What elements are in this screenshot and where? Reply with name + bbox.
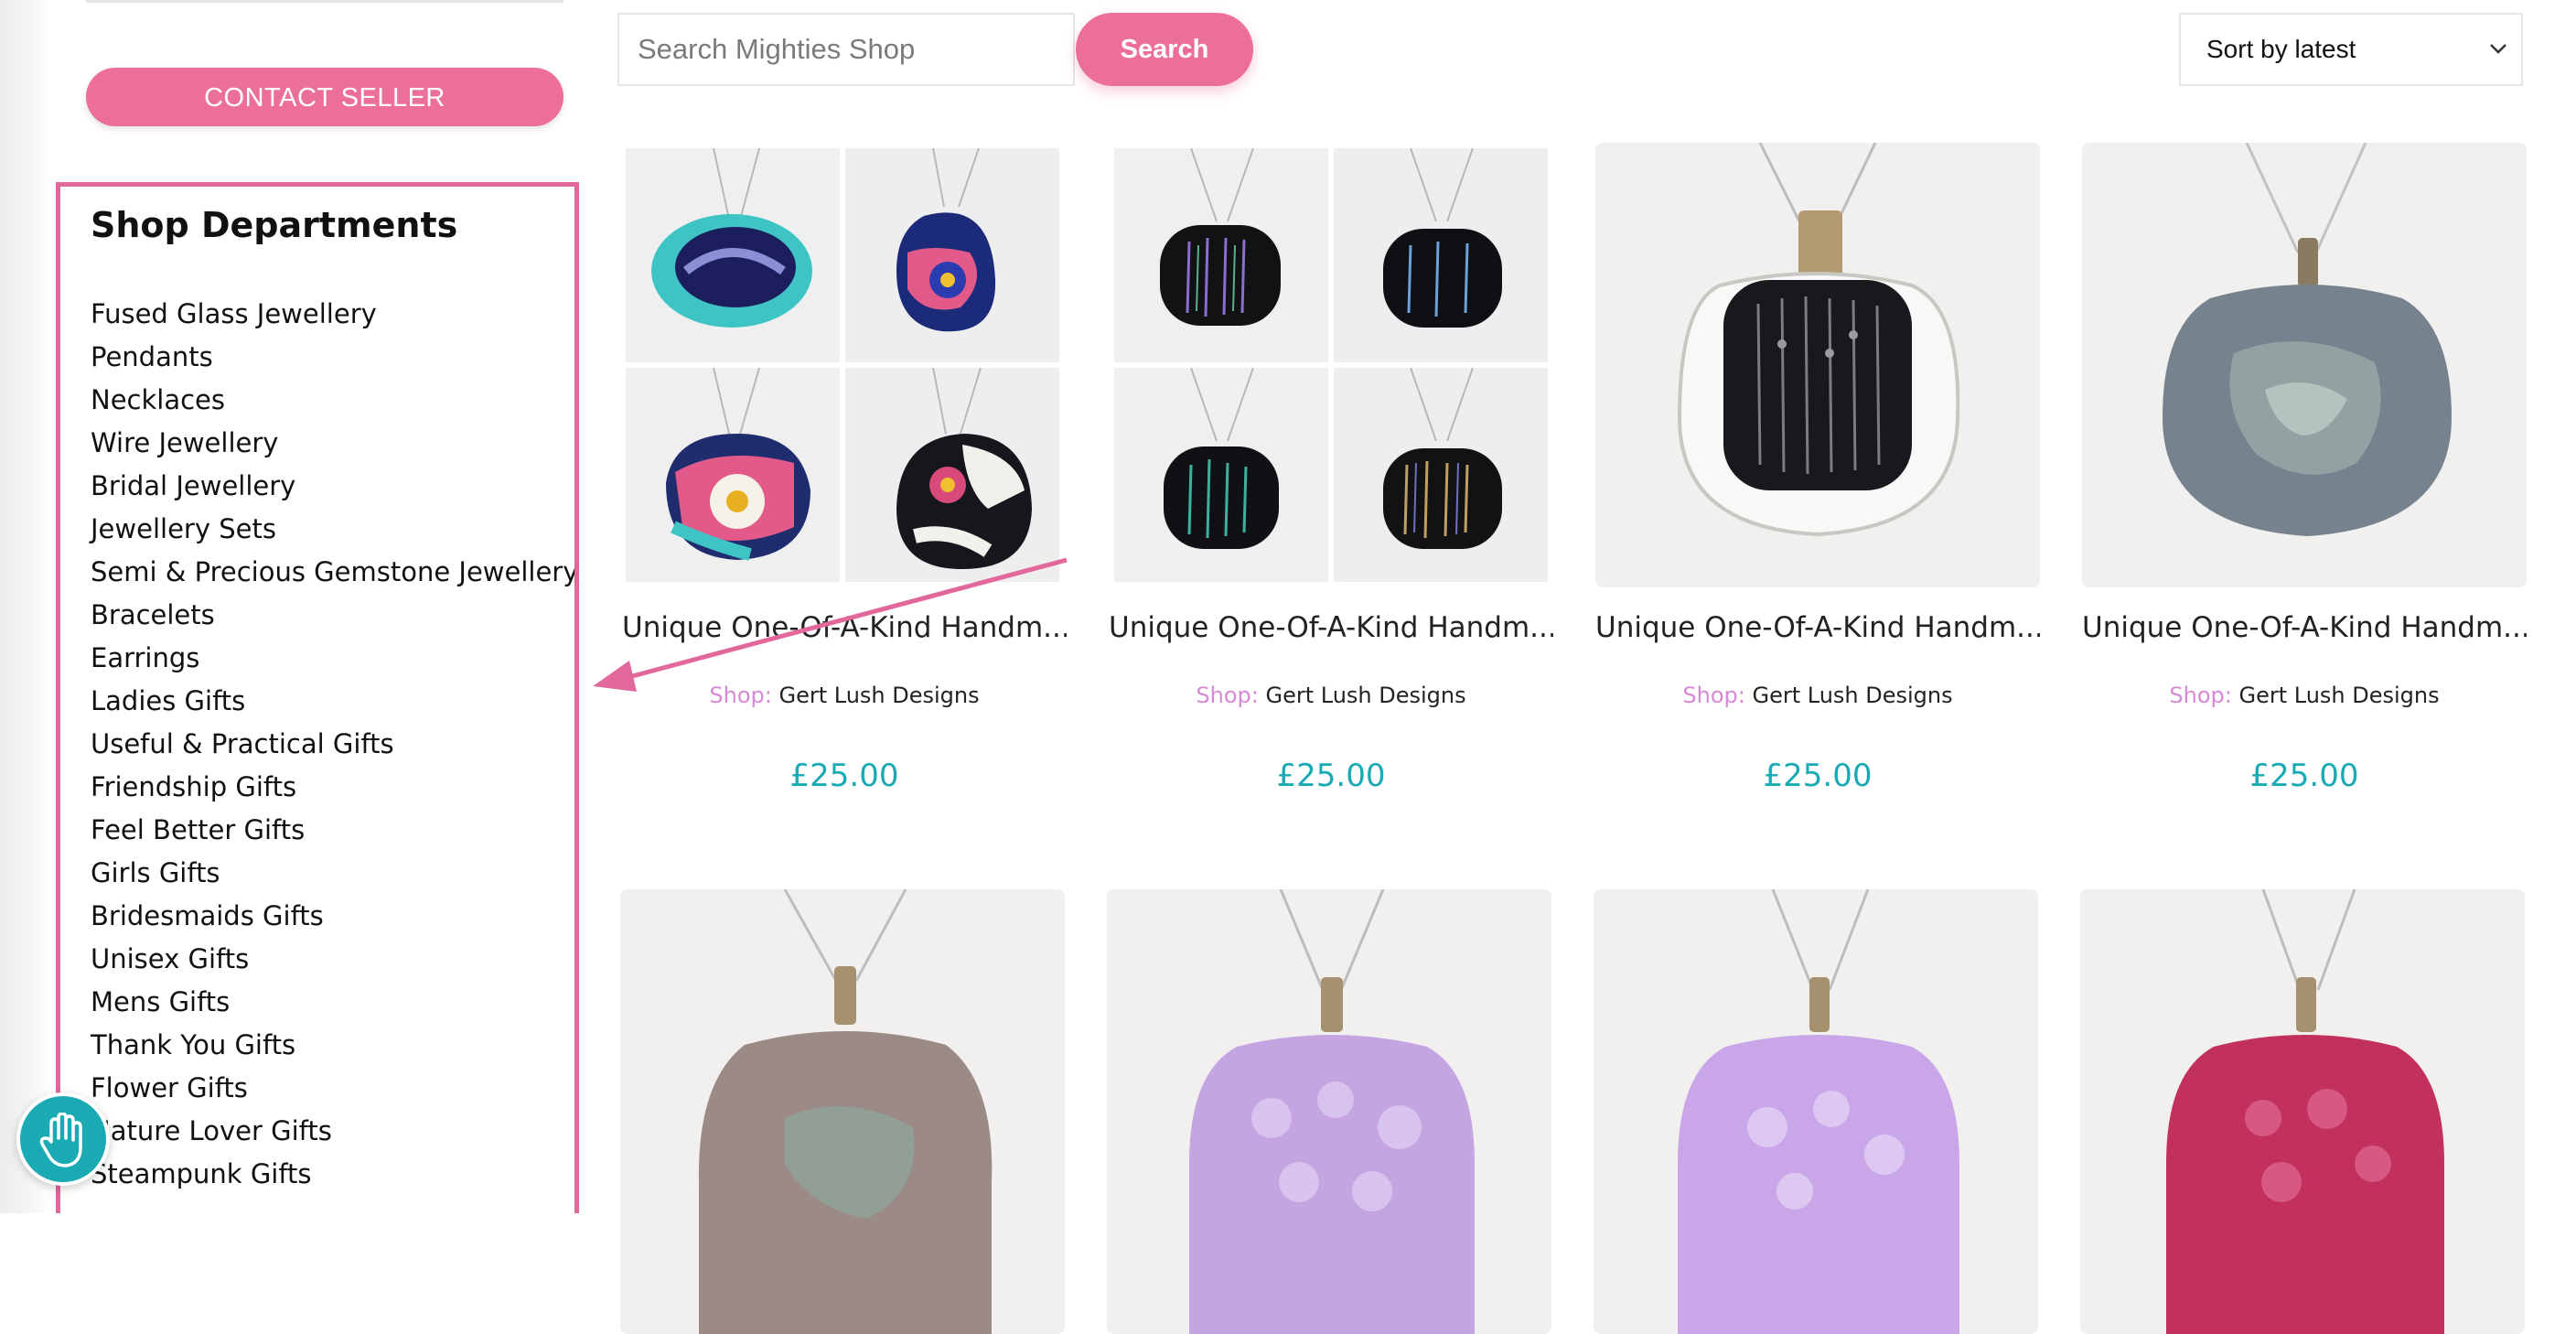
department-link[interactable]: Necklaces — [91, 379, 574, 422]
department-link[interactable]: Unisex Gifts — [91, 938, 574, 981]
chevron-down-icon — [2490, 44, 2506, 54]
product-image[interactable] — [622, 143, 1067, 587]
product-image[interactable] — [1109, 143, 1553, 587]
product-title[interactable]: Unique One-Of-A-Kind Handm... — [622, 611, 1067, 644]
department-link[interactable]: Pendants — [91, 336, 574, 379]
shop-label: Shop: — [709, 683, 772, 708]
department-link[interactable]: Girls Gifts — [91, 852, 574, 895]
department-link[interactable]: Mens Gifts — [91, 981, 574, 1024]
product-image[interactable] — [1595, 143, 2040, 587]
shop-label: Shop: — [1682, 683, 1745, 708]
search-input[interactable] — [617, 13, 1075, 86]
shop-name[interactable]: Gert Lush Designs — [2238, 683, 2439, 708]
help-widget-button[interactable] — [16, 1092, 110, 1186]
department-link[interactable]: Nature Lover Gifts — [91, 1110, 574, 1153]
department-link[interactable]: Thank You Gifts — [91, 1024, 574, 1067]
sort-selected-value: Sort by latest — [2206, 35, 2356, 63]
product-shop[interactable]: Shop: Gert Lush Designs — [622, 683, 1067, 708]
product-shop[interactable]: Shop: Gert Lush Designs — [2082, 683, 2527, 708]
product-price: £25.00 — [1763, 758, 1873, 794]
department-link[interactable]: Flower Gifts — [91, 1067, 574, 1110]
product-image[interactable] — [1594, 889, 2038, 1334]
department-link[interactable]: Ladies Gifts — [91, 680, 574, 723]
department-link[interactable]: Semi & Precious Gemstone Jewellery — [91, 551, 574, 594]
department-link[interactable]: Bracelets — [91, 594, 574, 637]
product-image[interactable] — [2080, 889, 2525, 1334]
departments-list: Fused Glass Jewellery Pendants Necklaces… — [91, 293, 574, 1196]
product-price: £25.00 — [2249, 758, 2359, 794]
shop-departments-panel: Shop Departments Fused Glass Jewellery P… — [56, 182, 579, 1213]
product-price: £25.00 — [789, 758, 899, 794]
shop-name[interactable]: Gert Lush Designs — [778, 683, 979, 708]
product-title[interactable]: Unique One-Of-A-Kind Handm... — [1109, 611, 1553, 644]
shop-departments-title: Shop Departments — [91, 205, 458, 245]
department-link[interactable]: Feel Better Gifts — [91, 809, 574, 852]
shop-name[interactable]: Gert Lush Designs — [1265, 683, 1465, 708]
page-left-edge — [0, 0, 53, 1213]
product-image[interactable] — [1107, 889, 1551, 1334]
department-link[interactable]: Earrings — [91, 637, 574, 680]
product-image[interactable] — [620, 889, 1065, 1334]
product-title[interactable]: Unique One-Of-A-Kind Handm... — [2082, 611, 2527, 644]
product-title[interactable]: Unique One-Of-A-Kind Handm... — [1595, 611, 2040, 644]
department-link[interactable]: Friendship Gifts — [91, 766, 574, 809]
department-link[interactable]: Bridesmaids Gifts — [91, 895, 574, 938]
product-image[interactable] — [2082, 143, 2527, 587]
department-link[interactable]: Useful & Practical Gifts — [91, 723, 574, 766]
search-button[interactable]: Search — [1076, 13, 1253, 86]
product-shop[interactable]: Shop: Gert Lush Designs — [1109, 683, 1553, 708]
shop-label: Shop: — [1196, 683, 1259, 708]
department-link[interactable]: Fused Glass Jewellery — [91, 293, 574, 336]
product-price: £25.00 — [1276, 758, 1386, 794]
department-link[interactable]: Bridal Jewellery — [91, 465, 574, 508]
department-link[interactable]: Steampunk Gifts — [91, 1153, 574, 1196]
hand-icon — [39, 1113, 82, 1167]
shop-label: Shop: — [2169, 683, 2232, 708]
department-link[interactable]: Wire Jewellery — [91, 422, 574, 465]
department-link[interactable]: Jewellery Sets — [91, 508, 574, 551]
sidebar-divider — [86, 0, 564, 3]
shop-name[interactable]: Gert Lush Designs — [1752, 683, 1952, 708]
sort-select[interactable]: Sort by latest — [2179, 13, 2523, 86]
product-shop[interactable]: Shop: Gert Lush Designs — [1595, 683, 2040, 708]
contact-seller-button[interactable]: CONTACT SELLER — [86, 68, 564, 126]
